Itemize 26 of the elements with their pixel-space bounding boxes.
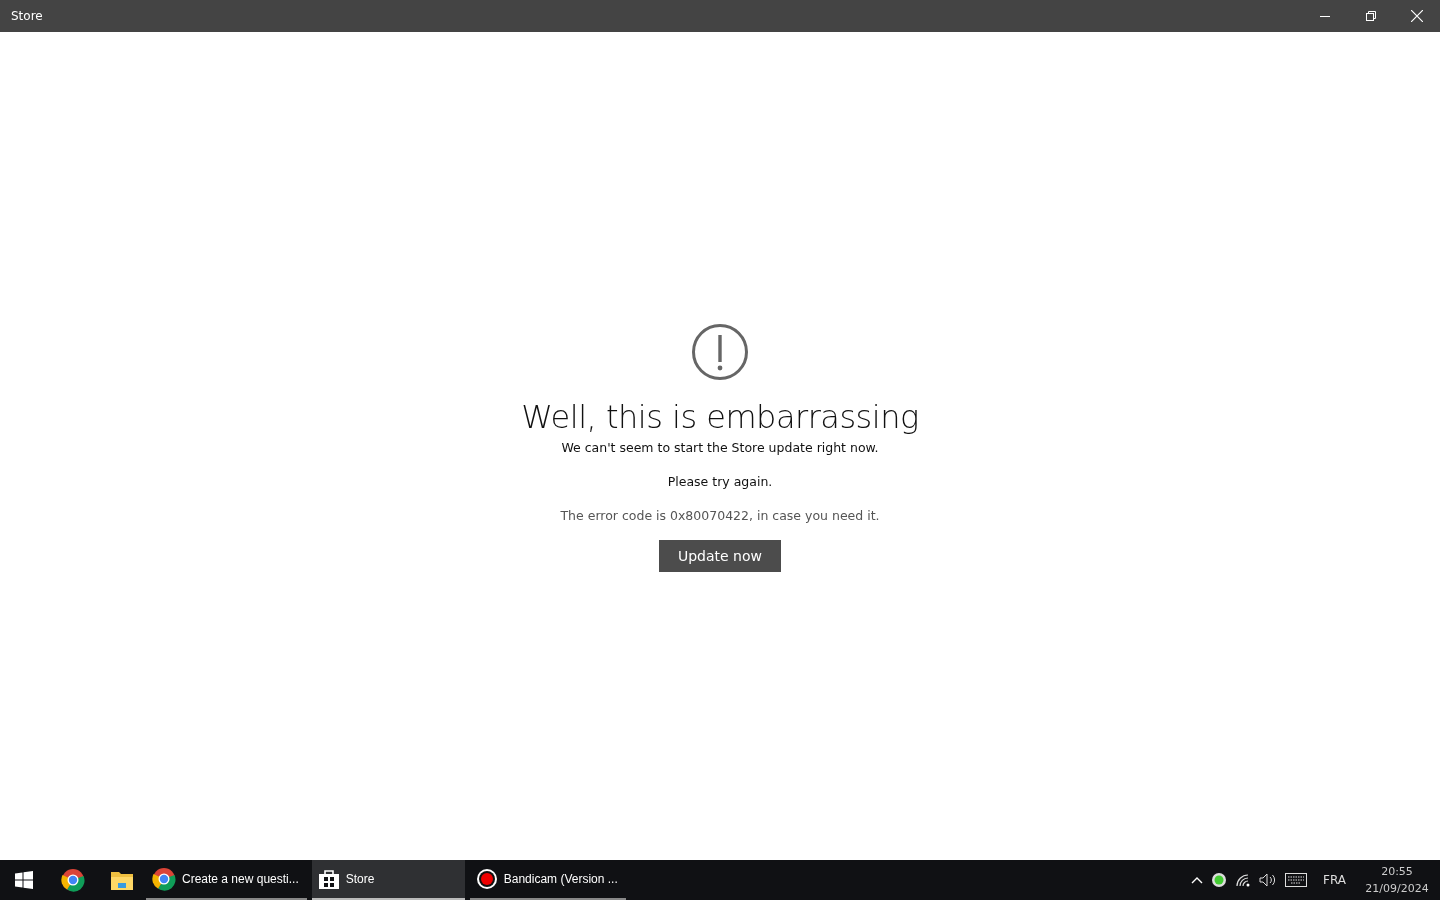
- windows-icon: [15, 871, 33, 889]
- close-icon: [1411, 10, 1423, 22]
- folder-icon: [109, 869, 134, 891]
- taskbar-window-button[interactable]: Bandicam (Version ...: [469, 860, 626, 900]
- chevron-up-icon[interactable]: [1191, 876, 1204, 884]
- wifi-icon[interactable]: [1235, 873, 1252, 887]
- error-message: We can't seem to start the Store update right now.: [561, 440, 879, 455]
- taskbar-window-button[interactable]: Create a new questi...: [146, 860, 307, 900]
- browser-icon: [152, 867, 176, 891]
- update-now-button[interactable]: Update now: [658, 540, 781, 572]
- browser-icon: [60, 868, 85, 892]
- status-dot-icon[interactable]: [1211, 872, 1228, 888]
- window-title: Store: [10, 9, 44, 23]
- warning-icon: [692, 324, 748, 380]
- taskbar-window-button[interactable]: Store: [311, 860, 465, 900]
- keyboard-icon[interactable]: [1285, 873, 1308, 887]
- speaker-icon[interactable]: [1259, 873, 1278, 887]
- error-heading: Well, this is embarrassing: [521, 398, 919, 436]
- language-indicator[interactable]: FRA: [1323, 873, 1346, 887]
- error-code-message: The error code is 0x80070422, in case you need it.: [560, 508, 880, 523]
- clock-date[interactable]: 21/09/2024: [1365, 880, 1429, 897]
- restore-icon: [1366, 11, 1376, 21]
- clock-time[interactable]: 20:55: [1381, 863, 1413, 880]
- shopping-bag-icon: [317, 868, 340, 890]
- retry-message: Please try again.: [667, 474, 773, 489]
- record-icon: [475, 868, 498, 890]
